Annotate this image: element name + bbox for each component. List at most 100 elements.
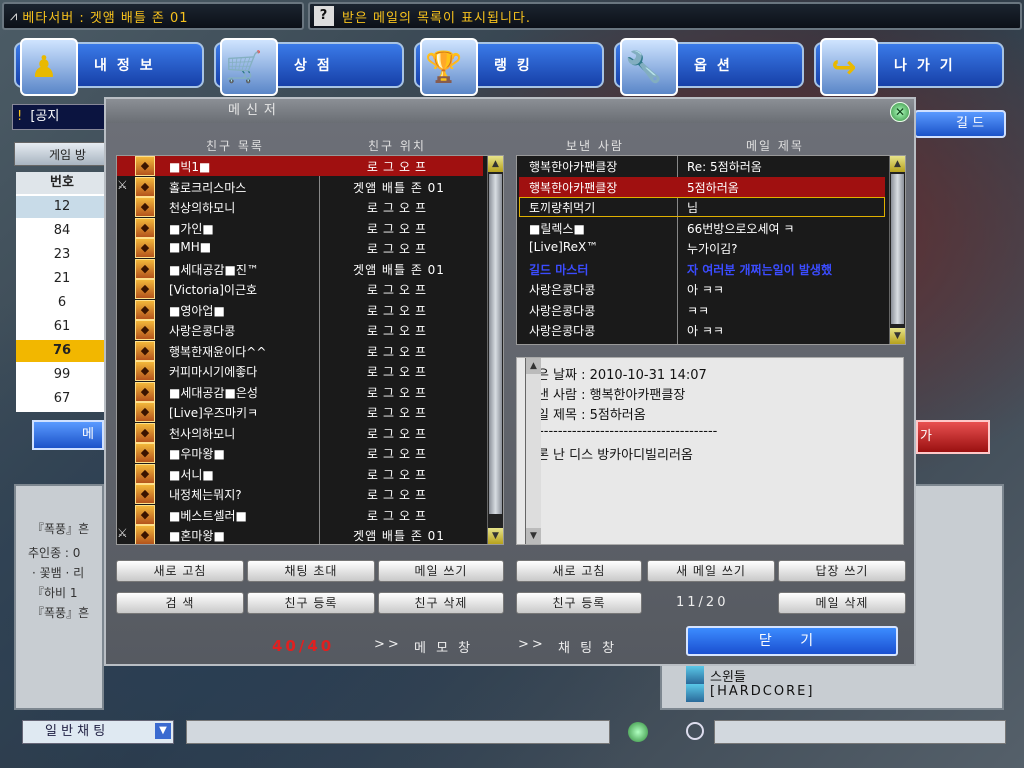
reply-button[interactable]: 답장 쓰기 xyxy=(778,560,906,582)
scroll-up-icon[interactable]: ▲ xyxy=(526,358,541,374)
nav-button-profile[interactable]: ♟ 내정보 xyxy=(14,38,204,96)
mail-row[interactable]: 행복한아카팬클장 5점하러옴 xyxy=(519,176,885,197)
room-number[interactable]: 76 xyxy=(16,340,108,362)
mail-sender-cell: ■릴렉스■ xyxy=(529,221,585,236)
chat-invite-button[interactable]: 채팅 초대 xyxy=(247,560,375,582)
friend-row[interactable]: ◆ ■세대공감■은성 로그오프 xyxy=(117,381,483,402)
friend-row[interactable]: ⚔ ◆ ■혼마왕■ 겟앰 배틀 존 01 xyxy=(117,525,483,544)
close-button[interactable]: 닫 기 xyxy=(686,626,898,656)
friend-row[interactable]: ◆ ■서니■ 로그오프 xyxy=(117,463,483,484)
room-number[interactable]: 6 xyxy=(16,292,108,314)
search-input[interactable] xyxy=(714,720,1006,744)
mail-row[interactable]: ■릴렉스■ 66번방으로오세여 ㅋ xyxy=(519,218,885,238)
friend-row[interactable]: ◆ ■세대공감■진™ 겟앰 배틀 존 01 xyxy=(117,258,483,279)
friend-location: 겟앰 배틀 존 01 xyxy=(353,529,445,543)
friend-row[interactable]: ◆ ■우마왕■ 로그오프 xyxy=(117,443,483,463)
friend-row[interactable]: ◆ ■베스트셀러■ 로그오프 xyxy=(117,504,483,525)
right-list-item[interactable]: 스윈들 xyxy=(686,666,970,686)
close-icon[interactable]: ✕ xyxy=(890,102,910,122)
friend-row[interactable]: ◆ [Victoria]이근호 로그오프 xyxy=(117,279,483,299)
add-friend-from-mail-button[interactable]: 친구 등록 xyxy=(516,592,642,614)
messenger-title-bar[interactable]: 메신저 xyxy=(106,99,914,123)
scroll-thumb[interactable] xyxy=(489,174,502,514)
delete-friend-button[interactable]: 친구 삭제 xyxy=(378,592,504,614)
mail-sender: 보낸 사람 : 행복한아카팬클장 xyxy=(525,388,686,403)
scroll-thumb[interactable] xyxy=(891,174,904,324)
memo-link[interactable]: 메 모 창 xyxy=(414,637,473,656)
friend-row[interactable]: ◆ 내정체는뭐지? 로그오프 xyxy=(117,484,483,504)
room-number[interactable]: 99 xyxy=(16,364,108,386)
friend-row[interactable]: ◆ ■MH■ 로그오프 xyxy=(117,238,483,258)
friends-list[interactable]: ◆ ■빅1■ 로그오프 ⚔ ◆ 홀로크리스마스 겟앰 배틀 존 01 ◆ 천상의하모니 로그오프 ◆… xyxy=(116,155,504,545)
chat-input[interactable] xyxy=(186,720,610,744)
guild-button[interactable]: 길 드 xyxy=(914,110,1006,138)
room-number[interactable]: 67 xyxy=(16,388,108,410)
mail-detail[interactable]: 받은 날짜 : 2010-10-31 14:07 보낸 사람 : 행복한아카팬클… xyxy=(516,357,904,545)
right-list-item[interactable]: [HARDCORE] xyxy=(686,684,970,704)
send-icon[interactable] xyxy=(628,722,648,742)
mail-button-bg[interactable]: 메 xyxy=(32,420,104,450)
room-number[interactable]: 84 xyxy=(16,220,108,242)
room-number[interactable]: 61 xyxy=(16,316,108,338)
mail-row[interactable]: 사랑은콩다콩 ㅋㅋ xyxy=(519,300,885,320)
chat-link[interactable]: 채 팅 창 xyxy=(558,637,617,656)
friend-row[interactable]: ◆ ■가인■ 로그오프 xyxy=(117,217,483,238)
friend-row[interactable]: ◆ 행복한재윤이다^^ 로그오프 xyxy=(117,340,483,361)
game-room-tab[interactable]: 게임 방 xyxy=(14,142,106,166)
friend-row[interactable]: ◆ ■영아업■ 로그오프 xyxy=(117,299,483,320)
add-friend-button[interactable]: 친구 등록 xyxy=(247,592,375,614)
refresh-mail-button[interactable]: 새로 고침 xyxy=(516,560,642,582)
scroll-down-icon[interactable]: ▼ xyxy=(526,528,541,544)
room-number[interactable]: 12 xyxy=(16,196,108,218)
scroll-down-icon[interactable]: ▼ xyxy=(488,528,503,544)
nav-button-exit[interactable]: ↪ 나가기 xyxy=(814,38,1004,96)
mail-list[interactable]: 행복한아카팬클장 Re: 5점하러옴 행복한아카팬클장 5점하러옴 토끼랑취먹기 님 ■릴렉… xyxy=(516,155,906,345)
mail-sender-cell: 사랑은콩다콩 xyxy=(529,324,596,338)
exit-room-button-bg[interactable]: 가 xyxy=(916,420,990,454)
friend-name: 행복한재윤이다^^ xyxy=(169,344,267,359)
delete-mail-button[interactable]: 메일 삭제 xyxy=(778,592,906,614)
refresh-friends-button[interactable]: 새로 고침 xyxy=(116,560,244,582)
friend-row[interactable]: ◆ 커피마시기에좋다 로그오프 xyxy=(117,361,483,381)
chat-mode-select[interactable]: 일 반 채 팅 ▼ xyxy=(22,720,174,744)
friends-scrollbar[interactable]: ▲ ▼ xyxy=(487,156,503,544)
detail-scrollbar[interactable]: ▲ ▼ xyxy=(525,358,541,544)
mail-scrollbar[interactable]: ▲ ▼ xyxy=(889,156,905,344)
notice-icon: ! xyxy=(17,109,23,124)
help-icon[interactable]: ? xyxy=(314,6,334,26)
scroll-up-icon[interactable]: ▲ xyxy=(488,156,503,172)
crossed-swords-icon: ⚔ xyxy=(117,526,128,540)
mail-row[interactable]: 사랑은콩다콩 아 ㅋㅋ xyxy=(519,320,885,340)
friend-location: 로그오프 xyxy=(366,283,432,297)
friend-row[interactable]: ◆ [Live]우즈마키ㅋ 로그오프 xyxy=(117,402,483,422)
right-list-label: [HARDCORE] xyxy=(710,684,815,699)
search-button[interactable]: 검 색 xyxy=(116,592,244,614)
mail-row[interactable]: 사랑은콩다콩 아 ㅋㅋ xyxy=(519,279,885,299)
friend-row[interactable]: ◆ ■빅1■ 로그오프 xyxy=(117,156,483,176)
scroll-down-icon[interactable]: ▼ xyxy=(890,328,905,344)
friend-row[interactable]: ◆ 천사의하모니 로그오프 xyxy=(117,422,483,443)
friend-row[interactable]: ⚔ ◆ 홀로크리스마스 겟앰 배틀 존 01 xyxy=(117,176,483,197)
room-number[interactable]: 21 xyxy=(16,268,108,290)
new-mail-button[interactable]: 새 메일 쓰기 xyxy=(647,560,775,582)
friend-location: 로그오프 xyxy=(366,344,432,359)
nav-button-options[interactable]: 🔧 옵션 xyxy=(614,38,804,96)
mail-row[interactable]: 토끼랑취먹기 님 xyxy=(519,197,885,217)
nav-label: 내정보 xyxy=(94,58,163,74)
mail-row[interactable]: 행복한아카팬클장 Re: 5점하러옴 xyxy=(519,156,885,176)
friend-row[interactable]: ◆ 사랑은콩다콩 로그오프 xyxy=(117,320,483,340)
mail-separator: ----------------------------------------… xyxy=(525,424,718,439)
write-mail-button[interactable]: 메일 쓰기 xyxy=(378,560,504,582)
friend-row[interactable]: ◆ 천상의하모니 로그오프 xyxy=(117,197,483,217)
avatar-icon: ◆ xyxy=(135,238,155,258)
mail-subject-cell: 님 xyxy=(687,201,699,215)
room-number[interactable]: 23 xyxy=(16,244,108,266)
nav-button-shop[interactable]: 🛒 상점 xyxy=(214,38,404,96)
search-icon[interactable] xyxy=(686,722,704,740)
mail-row[interactable]: 길드 마스터 자 여러분 개쩌는일이 발생했 xyxy=(519,259,885,279)
scroll-up-icon[interactable]: ▲ xyxy=(890,156,905,172)
nav-button-ranking[interactable]: 🏆 랭킹 xyxy=(414,38,604,96)
friend-location: 로그오프 xyxy=(366,447,432,461)
avatar-icon: ◆ xyxy=(135,176,155,197)
mail-row[interactable]: [Live]ReX™ 누가이김? xyxy=(519,238,885,258)
